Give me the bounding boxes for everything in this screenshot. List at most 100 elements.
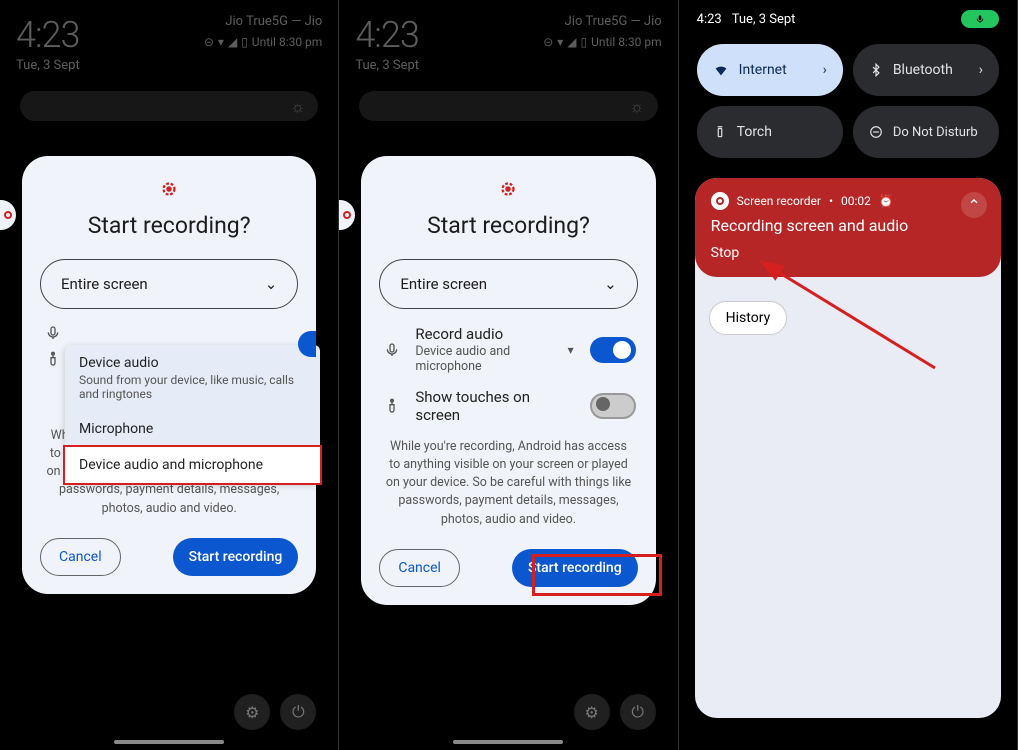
history-button[interactable]: History bbox=[709, 301, 788, 335]
audio-source-popup: Device audio Sound from your device, lik… bbox=[65, 345, 320, 483]
battery-icon: ▯ bbox=[241, 35, 248, 49]
screen-recorder-notification[interactable]: Screen recorder • 00:02 ⏰ Recording scre… bbox=[695, 178, 1001, 277]
settings-button[interactable]: ⚙ bbox=[574, 694, 610, 730]
popup-option-title: Device audio bbox=[79, 355, 306, 371]
record-audio-label: Record audio bbox=[415, 325, 555, 343]
notif-elapsed: 00:02 bbox=[841, 194, 871, 208]
tile-label: Bluetooth bbox=[893, 62, 953, 78]
switch-peek bbox=[298, 331, 316, 357]
recorder-icon bbox=[711, 192, 729, 210]
touch-icon bbox=[42, 351, 64, 367]
power-button[interactable]: ⏻ bbox=[280, 694, 316, 730]
disclaimer-text: While you're recording, Android has acce… bbox=[383, 438, 633, 529]
nav-bar bbox=[453, 740, 563, 744]
brightness-icon: ☼ bbox=[630, 97, 648, 115]
recorder-peek-icon bbox=[339, 200, 355, 230]
phone-panel-1: 4:23 Tue, 3 Sept Jio True5G — Jio ⊝ ▾ ◢ … bbox=[0, 0, 339, 750]
recorder-icon bbox=[40, 178, 298, 200]
bullet: • bbox=[829, 194, 833, 208]
popup-option-title: Microphone bbox=[79, 421, 306, 437]
brightness-slider[interactable]: ☼ bbox=[20, 91, 318, 121]
wifi-icon: ▾ bbox=[218, 35, 224, 49]
tile-label: Torch bbox=[737, 124, 772, 140]
record-audio-switch[interactable] bbox=[590, 337, 636, 363]
brightness-slider[interactable]: ☼ bbox=[359, 91, 657, 121]
signal-icon: ◢ bbox=[567, 35, 576, 49]
date: Tue, 3 Sept bbox=[16, 58, 80, 73]
qs-tile-torch[interactable]: Torch bbox=[697, 106, 843, 158]
chevron-down-icon: ⌄ bbox=[604, 275, 617, 293]
popup-option-title: Device audio and microphone bbox=[79, 457, 306, 473]
mic-icon bbox=[381, 342, 403, 358]
cancel-button[interactable]: Cancel bbox=[379, 549, 460, 587]
until-label: Until 8:30 pm bbox=[252, 35, 323, 49]
clock: 4:23 bbox=[355, 14, 419, 56]
notification-shade: Screen recorder • 00:02 ⏰ Recording scre… bbox=[695, 178, 1001, 718]
screen-scope-select[interactable]: Entire screen ⌄ bbox=[379, 259, 637, 309]
select-value: Entire screen bbox=[400, 275, 487, 293]
mic-indicator[interactable] bbox=[961, 10, 999, 28]
popup-option-microphone[interactable]: Microphone bbox=[65, 411, 320, 447]
settings-button[interactable]: ⚙ bbox=[234, 694, 270, 730]
show-touches-switch[interactable] bbox=[590, 393, 636, 419]
dnd-icon: ⊝ bbox=[543, 35, 553, 49]
mic-icon bbox=[42, 325, 64, 341]
record-audio-sub: Device audio and microphone bbox=[415, 344, 555, 374]
status-bar: 4:23 Tue, 3 Sept Jio True5G — Jio ⊝ ▾ ◢ … bbox=[339, 0, 677, 79]
qs-tile-bluetooth[interactable]: Bluetooth › bbox=[853, 44, 999, 96]
screen-scope-select[interactable]: Entire screen ⌄ bbox=[40, 259, 298, 309]
bottom-controls: ⚙ ⏻ bbox=[234, 694, 316, 730]
status-bar: 4:23 Tue, 3 Sept Jio True5G — Jio ⊝ ▾ ◢ … bbox=[0, 0, 338, 79]
carrier: Jio True5G — Jio bbox=[543, 14, 661, 29]
notif-app-name: Screen recorder bbox=[737, 194, 821, 208]
date: Tue, 3 Sept bbox=[732, 12, 796, 27]
stop-action[interactable]: Stop bbox=[711, 245, 985, 261]
signal-icon: ◢ bbox=[228, 35, 237, 49]
power-button[interactable]: ⏻ bbox=[620, 694, 656, 730]
record-audio-row[interactable]: Record audio Device audio and microphone… bbox=[381, 325, 635, 374]
qs-tile-internet[interactable]: Internet › bbox=[697, 44, 843, 96]
nav-bar bbox=[114, 740, 224, 744]
touch-icon bbox=[381, 398, 403, 414]
record-audio-row[interactable] bbox=[42, 325, 296, 341]
chevron-right-icon: › bbox=[979, 62, 983, 78]
start-recording-dialog: Start recording? Entire screen ⌄ Record … bbox=[361, 156, 655, 605]
dnd-icon bbox=[869, 125, 883, 139]
alarm-icon: ⏰ bbox=[879, 194, 894, 208]
cancel-button[interactable]: Cancel bbox=[40, 538, 121, 576]
battery-icon: ▯ bbox=[581, 35, 588, 49]
recorder-icon bbox=[379, 178, 637, 200]
popup-option-sub: Sound from your device, like music, call… bbox=[79, 373, 306, 401]
phone-panel-2: 4:23 Tue, 3 Sept Jio True5G — Jio ⊝ ▾ ◢ … bbox=[339, 0, 678, 750]
popup-option-both[interactable]: Device audio and microphone bbox=[63, 445, 322, 485]
notif-title: Recording screen and audio bbox=[711, 216, 985, 235]
status-icons: ⊝ ▾ ◢ ▯ Until 8:30 pm bbox=[204, 35, 322, 49]
expand-icon[interactable]: ⌃ bbox=[961, 192, 987, 218]
start-recording-button[interactable]: Start recording bbox=[512, 549, 638, 587]
dialog-title: Start recording? bbox=[40, 212, 298, 239]
carrier: Jio True5G — Jio bbox=[204, 14, 322, 29]
status-icons: ⊝ ▾ ◢ ▯ Until 8:30 pm bbox=[543, 35, 661, 49]
dnd-icon: ⊝ bbox=[204, 35, 214, 49]
recorder-peek-icon bbox=[0, 200, 16, 230]
phone-panel-3: 4:23 Tue, 3 Sept Internet › Bluetooth › bbox=[679, 0, 1018, 750]
chevron-down-icon: ⌄ bbox=[265, 275, 278, 293]
chevron-down-icon[interactable]: ▾ bbox=[568, 343, 574, 357]
brightness-icon: ☼ bbox=[290, 97, 308, 115]
show-touches-label: Show touches on screen bbox=[415, 388, 577, 424]
torch-icon bbox=[713, 125, 727, 139]
shade-status-bar: 4:23 Tue, 3 Sept bbox=[679, 0, 1017, 38]
quick-settings-grid: Internet › Bluetooth › Torch Do Not Dist… bbox=[679, 38, 1017, 172]
show-touches-row[interactable]: Show touches on screen bbox=[381, 388, 635, 424]
bluetooth-icon bbox=[869, 63, 883, 77]
qs-tile-dnd[interactable]: Do Not Disturb bbox=[853, 106, 999, 158]
start-recording-button[interactable]: Start recording bbox=[173, 538, 299, 576]
bottom-controls: ⚙ ⏻ bbox=[574, 694, 656, 730]
tile-label: Internet bbox=[739, 62, 787, 78]
wifi-icon bbox=[713, 62, 729, 78]
tile-label: Do Not Disturb bbox=[893, 125, 978, 140]
clock: 4:23 bbox=[16, 14, 80, 56]
popup-option-device-audio[interactable]: Device audio Sound from your device, lik… bbox=[65, 345, 320, 411]
date: Tue, 3 Sept bbox=[355, 58, 419, 73]
clock: 4:23 bbox=[697, 12, 722, 27]
